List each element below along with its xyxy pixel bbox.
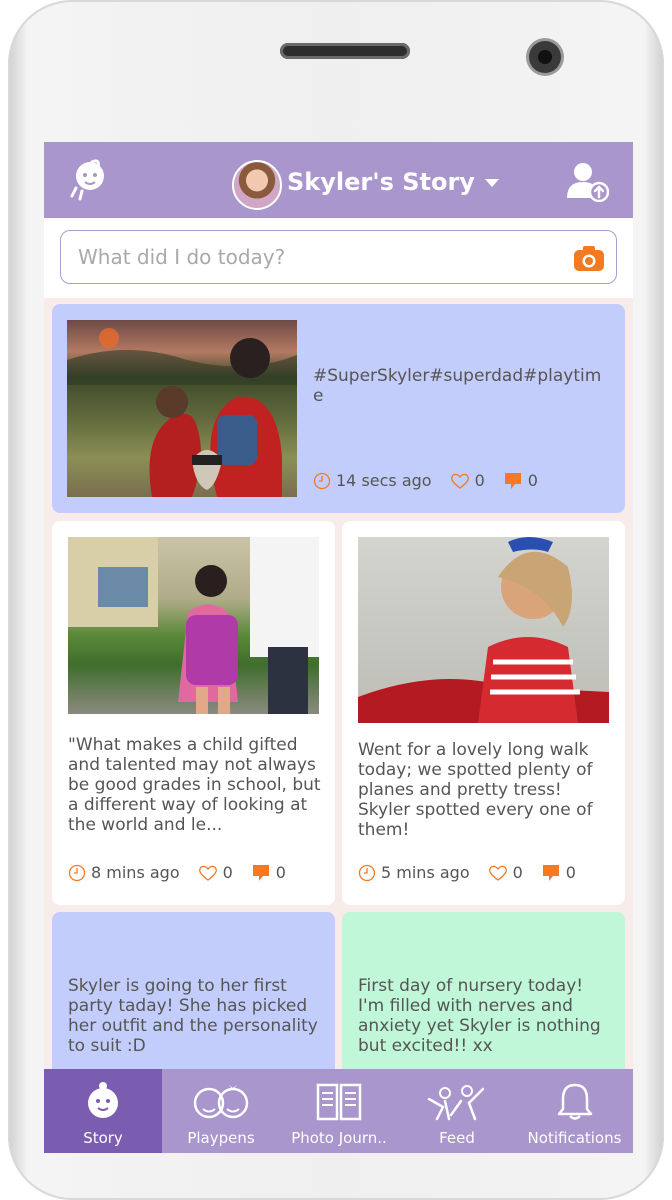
post-card[interactable]: Went for a lovely long walk today; we sp… [342,521,625,905]
comment-count: 0 [527,471,538,490]
post-text: #SuperSkyler#superdad#playtime [313,366,602,406]
clock-icon [313,472,331,489]
add-user-upload-icon[interactable] [565,160,609,202]
like-count: 0 [512,863,523,882]
phone-speaker [280,43,410,59]
child-avatar[interactable] [232,160,282,210]
post-text: First day of nursery today! I'm filled w… [358,976,601,1056]
post-time: 8 mins ago [91,863,180,882]
nav-photo-journal[interactable]: Photo Journ.. [280,1069,398,1153]
post-time: 5 mins ago [381,863,470,882]
app-header: Skyler's Story [44,142,633,218]
nav-label: Photo Journ.. [291,1129,387,1147]
post-text: Skyler is going to her first party taday… [68,976,318,1056]
comment-icon[interactable] [251,864,271,882]
post-card[interactable]: First day of nursery today! I'm filled w… [342,912,625,1082]
camera-icon[interactable] [573,244,605,272]
heart-icon[interactable] [488,864,508,882]
baby-face-icon [88,1082,118,1118]
heart-icon[interactable] [198,864,218,882]
comment-count: 0 [275,863,286,882]
post-photo[interactable] [68,537,319,714]
nav-feed[interactable]: Feed [398,1069,516,1153]
nav-story[interactable]: Story [44,1069,162,1153]
story-input[interactable]: What did I do today? [60,230,617,284]
post-photo[interactable] [67,320,297,497]
nav-label: Notifications [527,1129,622,1147]
clock-icon [358,864,376,881]
chevron-down-icon [484,179,499,187]
composer-bar: What did I do today? [44,218,633,298]
post-text: Went for a lovely long walk today; we sp… [358,740,593,840]
two-kids-icon [193,1085,249,1119]
post-card[interactable]: "What makes a child gifted and talented … [52,521,335,905]
nav-notifications[interactable]: Notifications [516,1069,633,1153]
app-screen: Skyler's Story What did I do today? #Sup… [44,142,633,1153]
nav-playpens[interactable]: Playpens [162,1069,280,1153]
post-time: 14 secs ago [336,471,432,490]
comment-icon[interactable] [541,864,561,882]
story-selector[interactable]: Skyler's Story [287,168,499,196]
like-count: 0 [474,471,485,490]
story-input-placeholder: What did I do today? [78,245,286,269]
heart-icon[interactable] [450,472,470,490]
nav-label: Playpens [187,1129,255,1147]
nav-label: Story [83,1129,123,1147]
like-count: 0 [222,863,233,882]
people-cheer-icon [427,1085,485,1121]
nav-label: Feed [439,1129,475,1147]
open-book-icon [316,1083,362,1121]
baby-logo-icon[interactable] [68,158,112,202]
bell-icon [557,1083,592,1120]
post-meta: 5 mins ago 0 0 [358,863,576,882]
comment-icon[interactable] [503,472,523,490]
bottom-nav: Story Playpens Photo Journ.. Feed Notifi… [44,1069,633,1153]
page-title: Skyler's Story [287,168,475,196]
post-meta: 8 mins ago 0 0 [68,863,286,882]
post-text: "What makes a child gifted and talented … [68,735,321,835]
post-meta: 14 secs ago 0 0 [313,471,538,490]
phone-camera [529,41,561,73]
clock-icon [68,864,86,881]
post-card[interactable]: #SuperSkyler#superdad#playtime 14 secs a… [52,304,625,513]
comment-count: 0 [565,863,576,882]
post-card[interactable]: Skyler is going to her first party taday… [52,912,335,1082]
post-photo[interactable] [358,537,609,723]
